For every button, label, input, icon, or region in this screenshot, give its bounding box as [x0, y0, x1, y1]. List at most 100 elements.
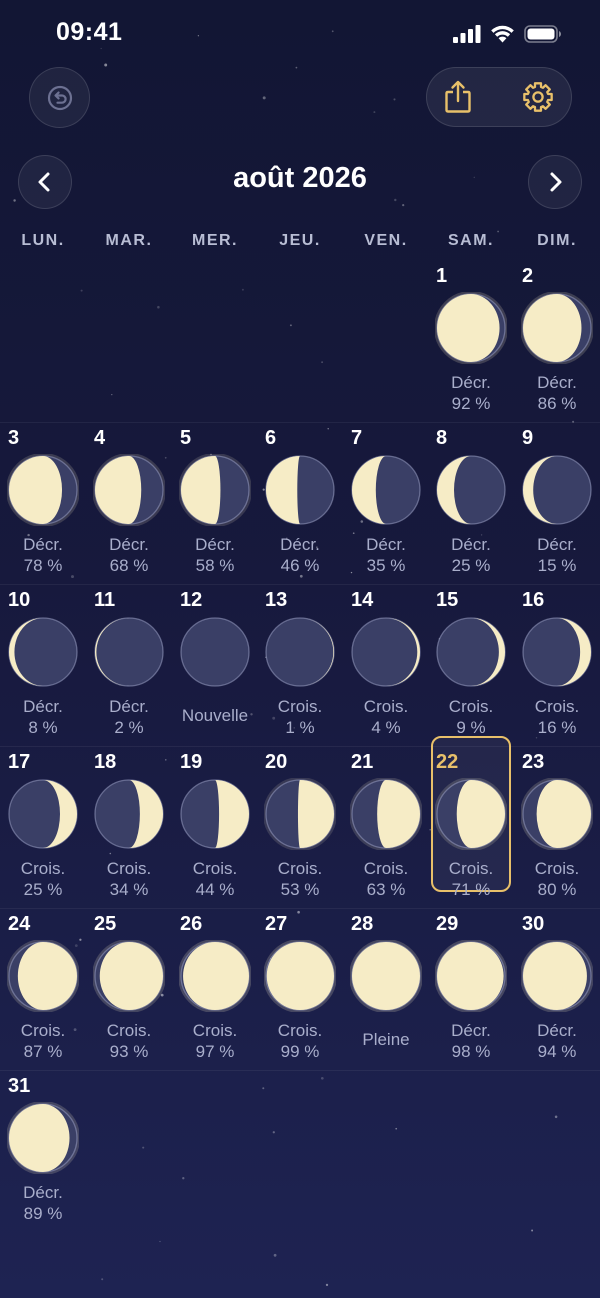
star [289, 324, 292, 327]
moon-phase-icon [180, 779, 250, 849]
day-number: 29 [436, 913, 459, 935]
top-toolbar [426, 67, 572, 127]
phase-label: Décr. [451, 1021, 491, 1040]
day-cell[interactable]: 22 Crois. 71 % [428, 746, 514, 908]
chevron-left-icon [38, 172, 50, 192]
day-cell[interactable]: 26 Crois. 97 % [172, 908, 258, 1070]
day-number: 21 [351, 751, 374, 773]
illumination-percent: 99 % [280, 1042, 320, 1061]
day-cell[interactable]: 29 Décr. 98 % [428, 908, 514, 1070]
illumination-percent: 89 % [23, 1204, 63, 1223]
settings-button[interactable] [507, 68, 569, 126]
day-cell[interactable]: 24 Crois. 87 % [0, 908, 86, 1070]
day-cell[interactable]: 7 Décr. 35 % [343, 422, 429, 584]
day-number: 18 [94, 751, 117, 773]
day-cell[interactable]: 1 Décr. 92 % [428, 260, 514, 422]
moon-phase-icon [436, 617, 506, 687]
day-number: 15 [436, 589, 459, 611]
day-cell[interactable]: 3 Décr. 78 % [0, 422, 86, 584]
phase-label: Crois. [534, 697, 580, 716]
day-cell[interactable]: 28 Pleine [343, 908, 429, 1070]
moon-phase-icon [94, 617, 164, 687]
moon-phase-icon [436, 455, 506, 525]
illumination-percent: 15 % [537, 556, 577, 575]
star [273, 1253, 277, 1257]
day-cell[interactable]: 16 Crois. 16 % [514, 584, 600, 746]
phase-label: Décr. [109, 697, 149, 716]
day-cell[interactable]: 4 Décr. 68 % [86, 422, 172, 584]
star [321, 361, 324, 364]
day-cell[interactable]: 10 Décr. 8 % [0, 584, 86, 746]
moon-phase-icon [521, 292, 593, 364]
moon-phase-icon [94, 779, 164, 849]
day-cell[interactable]: 18 Crois. 34 % [86, 746, 172, 908]
star [473, 176, 476, 179]
day-cell[interactable]: 21 Crois. 63 % [343, 746, 429, 908]
day-cell[interactable]: 23 Crois. 80 % [514, 746, 600, 908]
day-number: 24 [8, 913, 31, 935]
illumination-percent: 25 % [451, 556, 491, 575]
day-cell[interactable]: 6 Décr. 46 % [257, 422, 343, 584]
day-cell[interactable]: 11 Décr. 2 % [86, 584, 172, 746]
day-cell[interactable]: 27 Crois. 99 % [257, 908, 343, 1070]
illumination-percent: 94 % [537, 1042, 577, 1061]
day-cell[interactable]: 13 Crois. 1 % [257, 584, 343, 746]
phase-label: Décr. [23, 535, 63, 554]
share-button[interactable] [427, 68, 489, 126]
illumination-percent: 86 % [537, 394, 577, 413]
phase-label: Crois. [20, 859, 66, 878]
moon-phase-icon [265, 617, 335, 687]
day-cell[interactable]: 14 Crois. 4 % [343, 584, 429, 746]
phase-label: Décr. [23, 697, 63, 716]
day-cell[interactable]: 2 Décr. 86 % [514, 260, 600, 422]
next-month-button[interactable] [528, 155, 582, 209]
day-cell[interactable]: 15 Crois. 9 % [428, 584, 514, 746]
illumination-percent: 58 % [195, 556, 235, 575]
day-number: 31 [8, 1075, 31, 1097]
phase-label: Décr. [109, 535, 149, 554]
phase-label: Nouvelle [181, 706, 249, 725]
phase-label: Décr. [537, 373, 577, 392]
moon-phase-icon [522, 455, 592, 525]
weekday-label: LUN. [21, 232, 65, 249]
day-cell[interactable]: 8 Décr. 25 % [428, 422, 514, 584]
moon-phase-icon [350, 778, 422, 850]
phase-label: Pleine [362, 1030, 410, 1049]
phase-label: Crois. [277, 1021, 323, 1040]
day-cell[interactable]: 12 Nouvelle [172, 584, 258, 746]
day-cell[interactable]: 20 Crois. 53 % [257, 746, 343, 908]
day-cell[interactable]: 25 Crois. 93 % [86, 908, 172, 1070]
day-cell[interactable]: 5 Décr. 58 % [172, 422, 258, 584]
moon-phase-icon [351, 617, 421, 687]
day-number: 17 [8, 751, 31, 773]
illumination-percent: 80 % [537, 880, 577, 899]
illumination-percent: 63 % [366, 880, 406, 899]
day-number: 25 [94, 913, 117, 935]
day-number: 23 [522, 751, 545, 773]
day-cell[interactable]: 19 Crois. 44 % [172, 746, 258, 908]
star [159, 1240, 161, 1243]
phase-label: Décr. [451, 373, 491, 392]
day-number: 16 [522, 589, 545, 611]
day-number: 1 [436, 265, 448, 287]
star [262, 1087, 265, 1090]
moon-phase-icon [521, 778, 593, 850]
day-cell[interactable]: 9 Décr. 15 % [514, 422, 600, 584]
day-cell[interactable]: 17 Crois. 25 % [0, 746, 86, 908]
illumination-percent: 1 % [285, 718, 315, 737]
day-cell[interactable]: 30 Décr. 94 % [514, 908, 600, 1070]
moon-phase-icon [7, 940, 79, 1012]
undo-button[interactable] [29, 67, 90, 128]
illumination-percent: 53 % [280, 880, 320, 899]
illumination-percent: 97 % [195, 1042, 235, 1061]
phase-label: Crois. [534, 859, 580, 878]
star [373, 111, 376, 114]
moon-phase-icon [435, 292, 507, 364]
moon-phase-icon [8, 617, 78, 687]
day-cell[interactable]: 31 Décr. 89 % [0, 1070, 86, 1232]
moon-phase-icon [179, 940, 251, 1012]
moon-phase-icon [522, 617, 592, 687]
previous-month-button[interactable] [18, 155, 72, 209]
weekday-label: MAR. [105, 232, 153, 249]
day-number: 27 [265, 913, 288, 935]
